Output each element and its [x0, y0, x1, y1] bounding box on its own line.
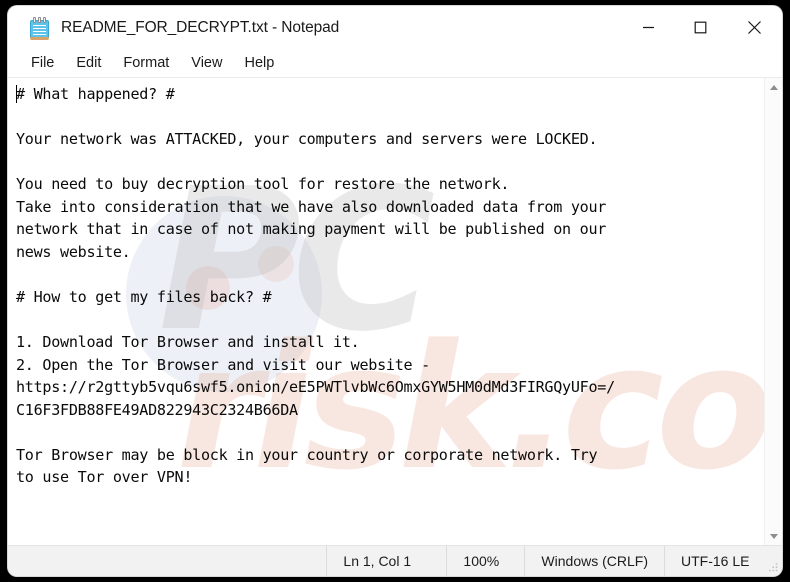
- minimize-icon: [642, 26, 654, 29]
- doc-line: Take into consideration that we have als…: [16, 197, 607, 216]
- doc-line: # What happened? #: [16, 85, 175, 103]
- doc-line: https://r2gttyb5vqu6swf5.onion/eE5PWTlvb…: [16, 378, 615, 397]
- editor-area[interactable]: PC risk.com # What happened? # Your netw…: [8, 77, 782, 545]
- screen: README_FOR_DECRYPT.txt - Notepad File Ed…: [0, 0, 790, 582]
- doc-line: [16, 106, 764, 129]
- vertical-scrollbar[interactable]: [764, 78, 782, 545]
- doc-line: C16F3FDB88FE49AD822943C2324B66DA: [16, 400, 298, 419]
- close-button[interactable]: [726, 6, 782, 49]
- notepad-icon: [30, 16, 49, 40]
- window-controls: [622, 6, 782, 49]
- doc-line: [16, 308, 764, 331]
- menu-item-help[interactable]: Help: [233, 53, 285, 73]
- resize-grip-icon[interactable]: [768, 562, 778, 572]
- window-title: README_FOR_DECRYPT.txt - Notepad: [61, 18, 340, 36]
- doc-line: You need to buy decryption tool for rest…: [16, 175, 510, 194]
- maximize-icon: [694, 21, 706, 34]
- doc-line: news website.: [16, 242, 131, 261]
- status-zoom-level[interactable]: 100%: [446, 545, 524, 576]
- status-line-ending[interactable]: Windows (CRLF): [524, 545, 664, 576]
- doc-line: [16, 263, 764, 286]
- notepad-window: README_FOR_DECRYPT.txt - Notepad File Ed…: [8, 6, 782, 576]
- title-bar[interactable]: README_FOR_DECRYPT.txt - Notepad: [8, 6, 782, 49]
- status-encoding[interactable]: UTF-16 LE: [664, 545, 782, 576]
- doc-line: Tor Browser may be block in your country…: [16, 445, 598, 464]
- doc-line: to use Tor over VPN!: [16, 468, 193, 487]
- doc-line: 2. Open the Tor Browser and visit our we…: [16, 355, 430, 374]
- maximize-button[interactable]: [674, 6, 726, 49]
- scroll-down-arrow-icon[interactable]: [765, 527, 783, 545]
- menu-bar: File Edit Format View Help: [8, 49, 782, 77]
- doc-line: [16, 421, 764, 444]
- close-icon: [747, 21, 761, 34]
- menu-item-file[interactable]: File: [20, 53, 65, 73]
- menu-item-edit[interactable]: Edit: [65, 53, 112, 73]
- minimize-button[interactable]: [622, 6, 674, 49]
- text-content[interactable]: # What happened? # Your network was ATTA…: [8, 78, 764, 545]
- status-bar: Ln 1, Col 1 100% Windows (CRLF) UTF-16 L…: [8, 545, 782, 576]
- text-caret: [16, 85, 17, 103]
- doc-line: 1. Download Tor Browser and install it.: [16, 333, 360, 352]
- scroll-up-arrow-icon[interactable]: [765, 78, 783, 96]
- doc-line: network that in case of not making payme…: [16, 220, 607, 239]
- menu-item-view[interactable]: View: [180, 53, 233, 73]
- status-cursor-position[interactable]: Ln 1, Col 1: [326, 545, 446, 576]
- doc-line: # How to get my files back? #: [16, 287, 272, 306]
- menu-item-format[interactable]: Format: [112, 53, 180, 73]
- scrollbar-track[interactable]: [764, 96, 782, 527]
- doc-line: Your network was ATTACKED, your computer…: [16, 130, 598, 149]
- doc-line: [16, 151, 764, 174]
